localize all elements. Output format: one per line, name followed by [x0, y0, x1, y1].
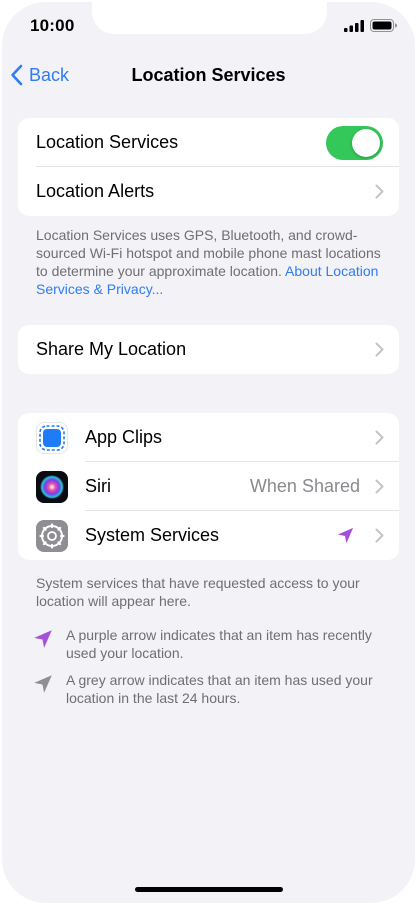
location-arrow-purple-icon	[34, 630, 52, 648]
siri-icon	[36, 471, 68, 503]
location-arrow-grey-icon	[34, 675, 52, 693]
share-my-location-label: Share My Location	[36, 339, 187, 359]
page-title: Location Services	[131, 65, 286, 85]
share-location-group: Share My Location	[18, 325, 399, 374]
location-services-description: Location Services uses GPS, Bluetooth, a…	[36, 226, 386, 298]
signal-icon	[344, 19, 364, 32]
app-clips-label: App Clips	[85, 427, 163, 447]
legend-purple-text: A purple arrow indicates that an item ha…	[66, 627, 372, 661]
location-services-label: Location Services	[36, 132, 179, 152]
chevron-right-icon	[375, 184, 384, 199]
location-services-row: Location Services	[18, 118, 399, 167]
status-time: 10:00	[30, 16, 75, 35]
location-alerts-row[interactable]: Location Alerts	[18, 167, 399, 216]
siri-value: When Shared	[249, 476, 360, 496]
legend-grey-text: A grey arrow indicates that an item has …	[66, 672, 373, 706]
legend-grey: A grey arrow indicates that an item has …	[32, 671, 392, 707]
chevron-right-icon	[375, 342, 384, 357]
gear-icon	[36, 520, 68, 552]
share-my-location-row[interactable]: Share My Location	[18, 325, 399, 374]
toggle-knob	[352, 129, 380, 157]
list-item-system-services[interactable]: System Services	[18, 511, 399, 560]
apps-group: App Clips Siri When Shared System Servic…	[18, 413, 399, 560]
notch	[92, 2, 327, 34]
home-indicator[interactable]	[135, 887, 283, 892]
navigation-bar: Back Location Services	[2, 54, 415, 98]
system-services-label: System Services	[85, 525, 220, 545]
location-alerts-label: Location Alerts	[36, 181, 155, 201]
list-item-app-clips[interactable]: App Clips	[18, 413, 399, 462]
chevron-right-icon	[375, 430, 384, 445]
location-arrow-purple-icon	[337, 527, 354, 544]
app-clips-icon	[36, 422, 68, 454]
phone-screen: 10:00 Back Location Services Location Se…	[2, 2, 415, 903]
location-services-group: Location Services Location Alerts	[18, 118, 399, 216]
location-services-toggle[interactable]	[326, 126, 383, 160]
battery-icon	[370, 19, 397, 32]
system-services-description: System services that have requested acce…	[36, 575, 360, 609]
chevron-right-icon	[375, 528, 384, 543]
list-item-siri[interactable]: Siri When Shared	[18, 462, 399, 511]
siri-label: Siri	[85, 476, 111, 496]
chevron-right-icon	[375, 479, 384, 494]
status-bar: 10:00	[2, 2, 415, 52]
legend-purple: A purple arrow indicates that an item ha…	[32, 626, 392, 662]
status-icons	[344, 19, 397, 32]
